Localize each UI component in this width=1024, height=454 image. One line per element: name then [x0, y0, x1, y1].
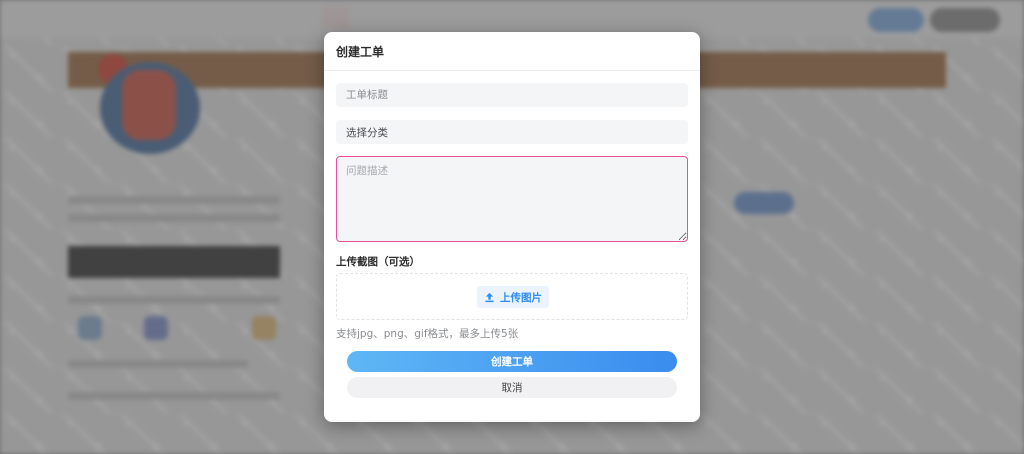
upload-image-label: 上传图片 — [500, 291, 542, 304]
modal-title: 创建工单 — [336, 45, 385, 59]
category-select-value: 选择分类 — [346, 126, 388, 139]
category-select[interactable]: 选择分类 — [336, 120, 688, 144]
ticket-title-input[interactable] — [336, 83, 688, 107]
upload-icon — [485, 292, 494, 302]
create-ticket-modal: 创建工单 选择分类 上传截图（可选） 上传图片 支持jpg、png、gif格式，… — [324, 32, 700, 422]
upload-image-button[interactable]: 上传图片 — [477, 286, 549, 308]
modal-header: 创建工单 — [324, 32, 700, 71]
upload-dropzone[interactable]: 上传图片 — [336, 273, 688, 320]
create-ticket-button[interactable]: 创建工单 — [347, 351, 677, 372]
description-textarea[interactable] — [336, 156, 688, 242]
upload-hint: 支持jpg、png、gif格式，最多上传5张 — [336, 328, 519, 340]
screenshot-section-label: 上传截图（可选） — [336, 256, 420, 268]
cancel-button[interactable]: 取消 — [347, 377, 677, 398]
